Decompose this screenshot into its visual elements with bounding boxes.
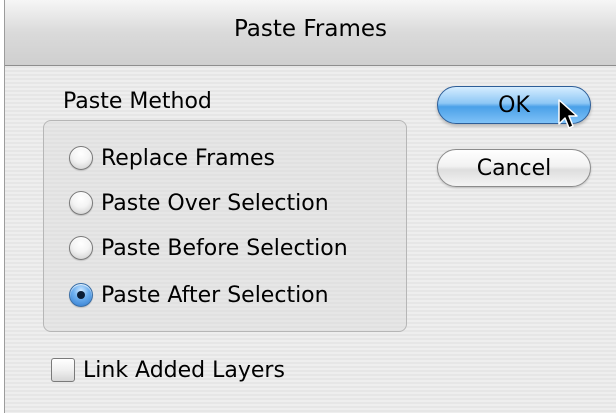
dialog-title: Paste Frames	[233, 16, 388, 42]
checkbox-label: Link Added Layers	[83, 357, 285, 383]
radio-label: Paste Over Selection	[101, 190, 329, 216]
cancel-button-label: Cancel	[476, 155, 552, 181]
radio-label: Paste Before Selection	[101, 235, 348, 261]
link-added-layers-checkbox[interactable]: Link Added Layers	[51, 355, 285, 385]
radio-label: Paste After Selection	[101, 282, 329, 308]
cancel-button[interactable]: Cancel	[437, 149, 591, 187]
radio-paste-after-selection[interactable]: Paste After Selection	[69, 280, 329, 310]
arrow-pointer-icon	[558, 99, 578, 129]
checkbox-icon[interactable]	[51, 358, 75, 382]
radio-paste-over-selection[interactable]: Paste Over Selection	[69, 188, 329, 218]
paste-frames-dialog: Paste Frames Paste Method Replace Frames…	[4, 0, 616, 413]
ok-button-label: OK	[498, 92, 530, 118]
paste-method-label: Paste Method	[63, 89, 212, 114]
radio-label: Replace Frames	[101, 145, 276, 171]
radio-replace-frames[interactable]: Replace Frames	[69, 143, 275, 173]
radio-button-icon[interactable]	[69, 236, 93, 260]
radio-paste-before-selection[interactable]: Paste Before Selection	[69, 233, 348, 263]
radio-dot-icon	[77, 291, 85, 299]
radio-button-icon[interactable]	[69, 146, 93, 170]
radio-button-selected-icon[interactable]	[69, 283, 93, 307]
radio-button-icon[interactable]	[69, 191, 93, 215]
title-bar[interactable]: Paste Frames	[5, 0, 616, 66]
